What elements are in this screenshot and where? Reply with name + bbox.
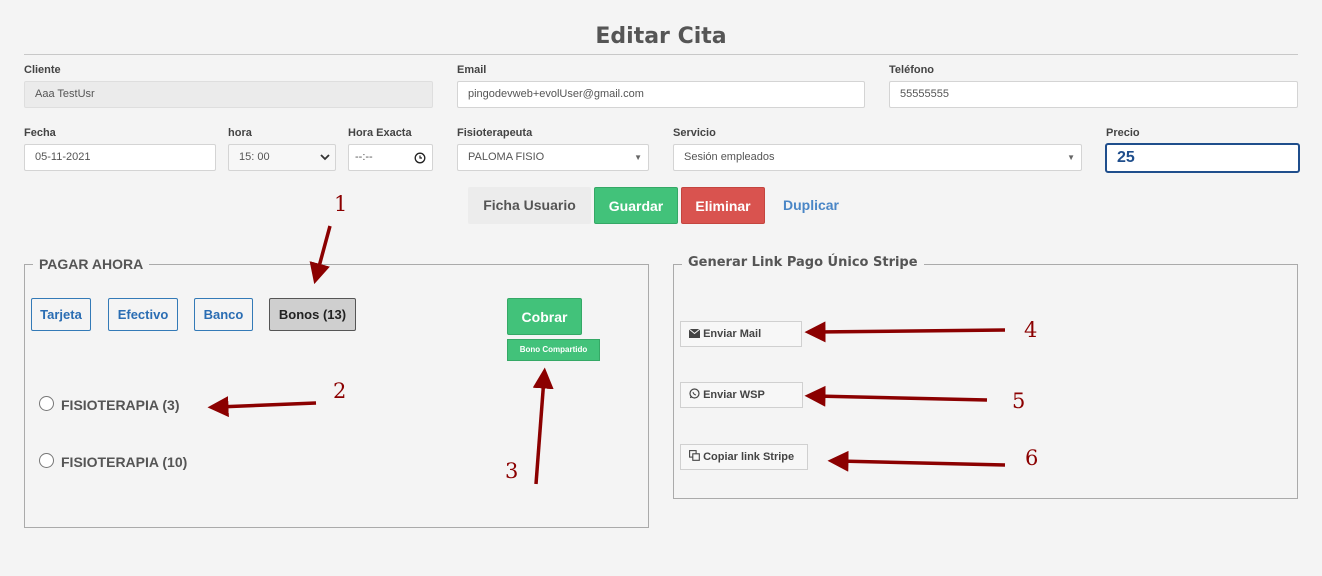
arrow-3 <box>532 367 554 485</box>
annotation-arrows <box>207 225 1006 485</box>
arrow-4 <box>804 321 1006 343</box>
arrow-2 <box>207 396 317 418</box>
arrow-6 <box>827 450 1006 472</box>
annotation-number-2: 2 <box>333 379 347 403</box>
annotation-number-5: 5 <box>1012 389 1026 413</box>
arrow-1 <box>309 225 332 285</box>
annotation-number-3: 3 <box>505 459 519 483</box>
arrow-5 <box>804 385 988 407</box>
annotation-number-6: 6 <box>1025 446 1039 470</box>
annotation-number-4: 4 <box>1024 318 1038 342</box>
annotation-number-1: 1 <box>334 192 348 216</box>
